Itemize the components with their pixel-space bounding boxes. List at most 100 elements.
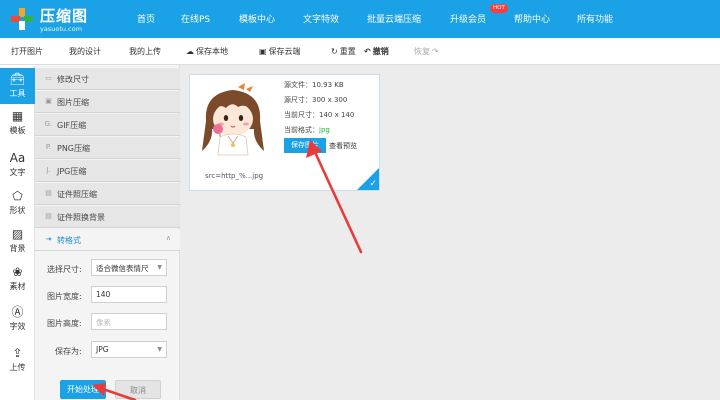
rail-item-materials[interactable]: ❀ 素材 <box>0 261 35 297</box>
background-icon: ▨ <box>11 227 24 241</box>
text-effect-icon: Ⓐ <box>11 305 24 319</box>
width-input[interactable]: 140 <box>91 286 167 303</box>
nav-upgrade-vip[interactable]: 升级会员 <box>450 12 486 25</box>
resize-icon: ▭ <box>45 74 52 82</box>
id-photo-icon: ▤ <box>45 189 52 197</box>
caret-down-icon: ▼ <box>157 264 162 271</box>
app-window: 压缩图 yasuotu.com 首页 在线PS 模板中心 文字特效 批量云端压缩… <box>0 0 720 400</box>
save-cloud-button[interactable]: ▣ 保存云端 <box>259 46 301 57</box>
section-id-photo-background[interactable]: ▤ 证件照换背景 <box>35 206 180 228</box>
rail-label-background: 背景 <box>9 244 26 253</box>
current-format-value: jpg <box>319 126 330 134</box>
logo-title: 压缩图 <box>40 7 89 25</box>
section-convert-format[interactable]: ⇥ 转格式 ∧ <box>35 229 180 251</box>
nav-templates[interactable]: 模板中心 <box>239 12 275 25</box>
section-jpg-compress-label: JPG压缩 <box>57 167 87 176</box>
nav-batch-compress[interactable]: 批量云端压缩 <box>367 12 421 25</box>
nav-home[interactable]: 首页 <box>137 12 155 25</box>
rail-item-tools[interactable]: 🧰︎ 工具 <box>0 68 35 104</box>
toolbar: 打开图片 我的设计 我的上传 ☁ 保存本地 ▣ 保存云端 ↻ 重置 ↶ 撤销 恢复 ↷ <box>0 38 720 65</box>
rail-item-text-effects[interactable]: Ⓐ 字效 <box>0 301 35 337</box>
size-select-value: 适合微信表情尺 <box>96 264 149 273</box>
png-icon: P. <box>45 143 52 151</box>
reset-label: 重置 <box>339 47 356 56</box>
save-local-label: 保存本地 <box>196 47 228 56</box>
jpg-icon: J. <box>46 166 51 174</box>
id-background-icon: ▤ <box>45 212 52 220</box>
section-id-photo-background-label: 证件照换背景 <box>57 213 105 222</box>
my-designs-button[interactable]: 我的设计 <box>69 46 101 57</box>
section-png-compress[interactable]: P. PNG压缩 <box>35 137 180 159</box>
current-format: 当前格式：jpg <box>284 125 330 135</box>
nav-online-ps[interactable]: 在线PS <box>181 12 210 25</box>
logo[interactable]: 压缩图 yasuotu.com <box>10 5 120 35</box>
cloud-download-icon: ☁ <box>186 47 194 56</box>
nav-all-features[interactable]: 所有功能 <box>577 12 613 25</box>
rail-label-text: 文字 <box>9 168 26 177</box>
section-image-compress[interactable]: ▣ 图片压缩 <box>35 91 180 113</box>
width-input-value: 140 <box>96 290 111 299</box>
checkmark-icon: ✓ <box>369 179 377 189</box>
chevron-up-icon: ∧ <box>165 234 171 242</box>
image-thumbnail <box>198 81 268 156</box>
rail-label-text-effects: 字效 <box>9 322 26 331</box>
section-image-compress-label: 图片压缩 <box>57 98 89 107</box>
top-nav: 压缩图 yasuotu.com 首页 在线PS 模板中心 文字特效 批量云端压缩… <box>0 0 720 38</box>
nav-text-effects[interactable]: 文字特效 <box>303 12 339 25</box>
section-gif-compress[interactable]: G. GIF压缩 <box>35 114 180 136</box>
save-image-button[interactable]: 保存图片 <box>284 138 326 153</box>
cancel-button[interactable]: 取消 <box>115 380 161 399</box>
image-card[interactable]: 源文件：10.93 KB 源尺寸：300 x 300 当前尺寸：140 x 14… <box>189 74 380 191</box>
section-id-photo-compress-label: 证件照压缩 <box>57 190 97 199</box>
redo-button[interactable]: 恢复 ↷ <box>414 46 441 57</box>
undo-button[interactable]: ↶ 撤销 <box>364 46 389 57</box>
nav-help[interactable]: 帮助中心 <box>514 12 550 25</box>
rail-item-background[interactable]: ▨ 背景 <box>0 223 35 259</box>
open-image-button[interactable]: 打开图片 <box>11 46 43 57</box>
save-cloud-label: 保存云端 <box>268 47 301 56</box>
rail-item-text[interactable]: Aa 文字 <box>0 147 35 183</box>
rail-label-materials: 素材 <box>9 282 26 291</box>
text-icon: Aa <box>9 151 26 165</box>
save-as-label: 保存为: <box>55 347 82 356</box>
image-source-caption: src=http_%...jpg <box>205 172 264 180</box>
height-input[interactable]: 像素 <box>91 313 167 330</box>
width-label: 图片宽度: <box>47 292 82 301</box>
logo-icon <box>11 8 33 30</box>
section-convert-format-label: 转格式 <box>57 236 81 245</box>
toolbox-icon: 🧰︎ <box>9 72 26 86</box>
current-format-label: 当前格式： <box>284 126 319 134</box>
left-rail: 🧰︎ 工具 ▦ 模板 Aa 文字 ⬠ 形状 ▨ 背景 ❀ 素材 Ⓐ 字效 ⇪ 上… <box>0 65 35 400</box>
section-resize-label: 修改尺寸 <box>57 75 89 84</box>
original-dimensions: 源尺寸：300 x 300 <box>284 96 348 104</box>
rail-item-templates[interactable]: ▦ 模板 <box>0 105 35 141</box>
shape-icon: ⬠ <box>12 189 23 203</box>
rail-item-upload[interactable]: ⇪ 上传 <box>0 342 35 378</box>
my-uploads-button[interactable]: 我的上传 <box>129 46 161 57</box>
cloud-save-icon: ▣ <box>259 47 267 56</box>
reset-icon: ↻ <box>331 47 338 56</box>
rail-label-shapes: 形状 <box>9 206 26 215</box>
section-png-compress-label: PNG压缩 <box>57 144 91 153</box>
hot-badge: HOT <box>490 4 508 13</box>
start-processing-button[interactable]: 开始处理 <box>60 380 106 399</box>
section-resize[interactable]: ▭ 修改尺寸 <box>35 68 180 90</box>
original-file-size: 源文件：10.93 KB <box>284 81 344 89</box>
save-local-button[interactable]: ☁ 保存本地 <box>186 46 228 57</box>
redo-icon: ↷ <box>432 47 439 56</box>
section-id-photo-compress[interactable]: ▤ 证件照压缩 <box>35 183 180 205</box>
height-label: 图片高度: <box>47 319 82 328</box>
caret-down-icon: ▼ <box>157 346 162 353</box>
rail-item-shapes[interactable]: ⬠ 形状 <box>0 185 35 221</box>
reset-button[interactable]: ↻ 重置 <box>331 46 356 57</box>
save-as-select[interactable]: JPG ▼ <box>91 341 167 358</box>
convert-icon: ⇥ <box>45 235 52 243</box>
material-icon: ❀ <box>12 265 23 279</box>
section-jpg-compress[interactable]: J. JPG压缩 <box>35 160 180 182</box>
save-as-select-value: JPG <box>96 345 109 354</box>
image-compress-icon: ▣ <box>45 97 52 105</box>
view-preview-link[interactable]: 查看预览 <box>329 141 357 151</box>
size-label: 选择尺寸: <box>47 265 82 274</box>
redo-label: 恢复 <box>414 47 430 56</box>
size-select[interactable]: 适合微信表情尺 ▼ <box>91 259 167 276</box>
